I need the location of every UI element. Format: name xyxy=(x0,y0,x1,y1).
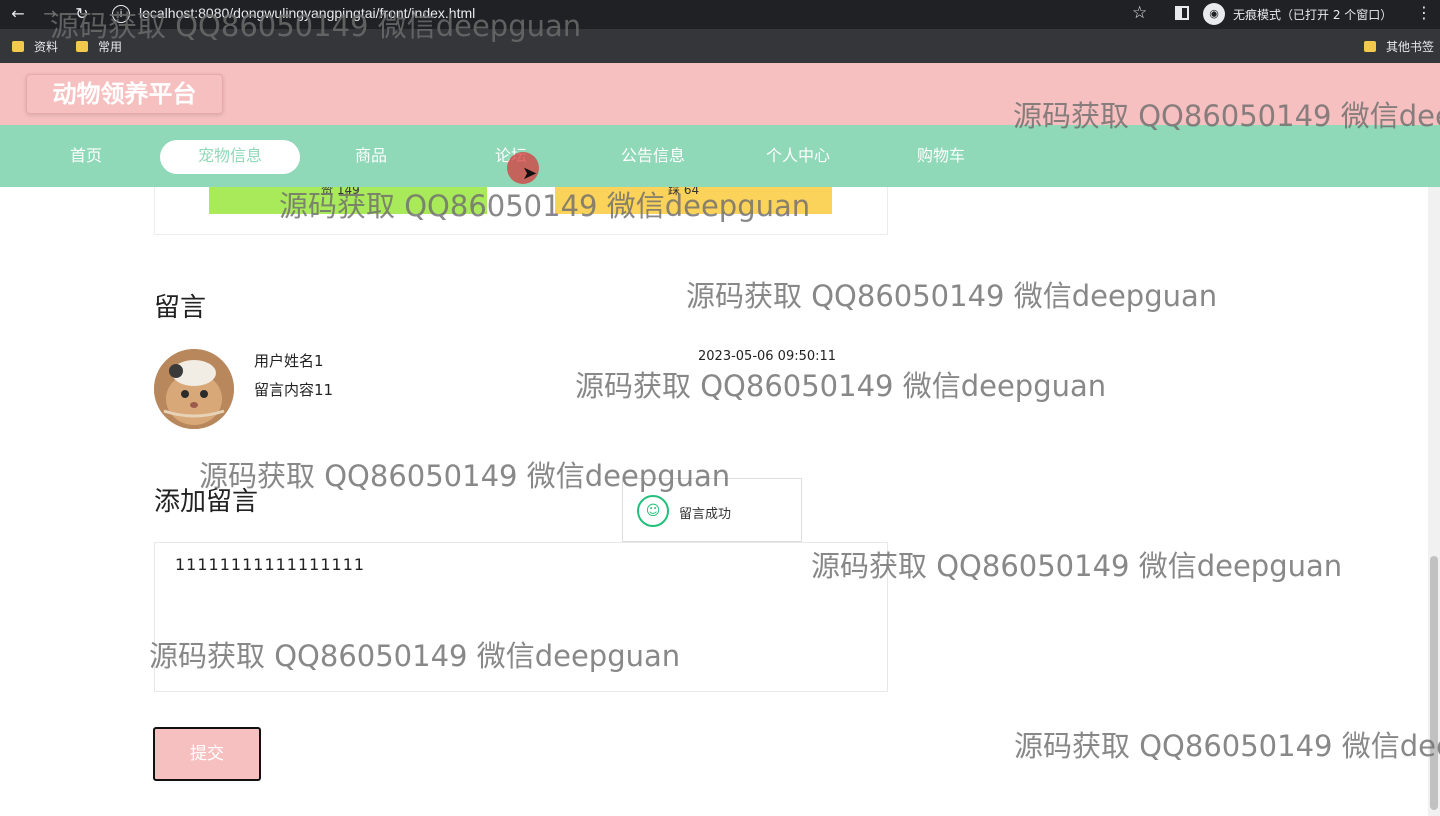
main-nav: 首页 宠物信息 商品 论坛 公告信息 个人中心 购物车 xyxy=(0,125,1440,187)
nav-pet-info[interactable]: 宠物信息 xyxy=(160,140,300,174)
nav-home[interactable]: 首页 xyxy=(56,140,116,174)
comment-content: 留言内容11 xyxy=(254,381,334,399)
avatar xyxy=(154,349,234,429)
bookmark-folder[interactable]: 常用 xyxy=(76,38,122,55)
browser-toolbar: ← → ↻ i localhost:8080/dongwulingyangpin… xyxy=(0,0,1440,29)
folder-icon xyxy=(76,41,88,52)
back-icon[interactable]: ← xyxy=(7,3,29,25)
scrollbar-thumb[interactable] xyxy=(1430,556,1438,810)
page-content: 赞 149 踩 64 留言 用户姓名1 留言内容11 2023-05-06 09… xyxy=(0,187,1428,816)
bookmark-folder[interactable]: 资料 xyxy=(12,38,58,55)
bookmarks-bar: 资料 常用 其他书签 xyxy=(0,29,1440,63)
incognito-icon[interactable]: ◉ xyxy=(1203,3,1225,25)
info-icon[interactable]: i xyxy=(112,5,130,23)
bookmark-star-icon[interactable]: ☆ xyxy=(1132,3,1147,23)
comment-time: 2023-05-06 09:50:11 xyxy=(698,349,837,364)
smile-icon: ☺ xyxy=(637,495,669,527)
nav-announcements[interactable]: 公告信息 xyxy=(607,140,699,174)
more-menu-icon[interactable]: ⋮ xyxy=(1416,3,1432,22)
like-bar[interactable]: 赞 149 xyxy=(209,187,487,214)
nav-products[interactable]: 商品 xyxy=(341,140,401,174)
other-bookmarks[interactable]: 其他书签 xyxy=(1364,38,1434,55)
submit-button[interactable]: 提交 xyxy=(153,727,261,781)
mouse-cursor-icon: ➤ xyxy=(522,163,538,184)
like-count: 赞 149 xyxy=(321,187,360,197)
dislike-count: 踩 64 xyxy=(668,187,700,197)
incognito-label[interactable]: 无痕模式（已打开 2 个窗口） xyxy=(1233,6,1392,23)
folder-icon xyxy=(12,41,24,52)
site-header: 动物领养平台 xyxy=(0,63,1440,125)
reload-icon[interactable]: ↻ xyxy=(71,3,93,25)
nav-cart[interactable]: 购物车 xyxy=(904,140,978,174)
comment-textarea[interactable]: 11111111111111111 xyxy=(154,542,888,692)
address-bar[interactable]: localhost:8080/dongwulingyangpingtai/fro… xyxy=(139,5,475,21)
add-comment-title: 添加留言 xyxy=(154,487,259,517)
site-logo[interactable]: 动物领养平台 xyxy=(26,74,223,114)
forward-icon[interactable]: → xyxy=(39,3,61,25)
comments-title: 留言 xyxy=(154,293,207,323)
nav-profile[interactable]: 个人中心 xyxy=(752,140,844,174)
side-panel-icon[interactable] xyxy=(1175,6,1189,20)
dislike-bar[interactable]: 踩 64 xyxy=(555,187,832,214)
folder-icon xyxy=(1364,41,1376,52)
toast-message: 留言成功 xyxy=(679,507,732,522)
success-toast: ☺ 留言成功 xyxy=(622,478,802,542)
comment-username: 用户姓名1 xyxy=(254,352,324,370)
